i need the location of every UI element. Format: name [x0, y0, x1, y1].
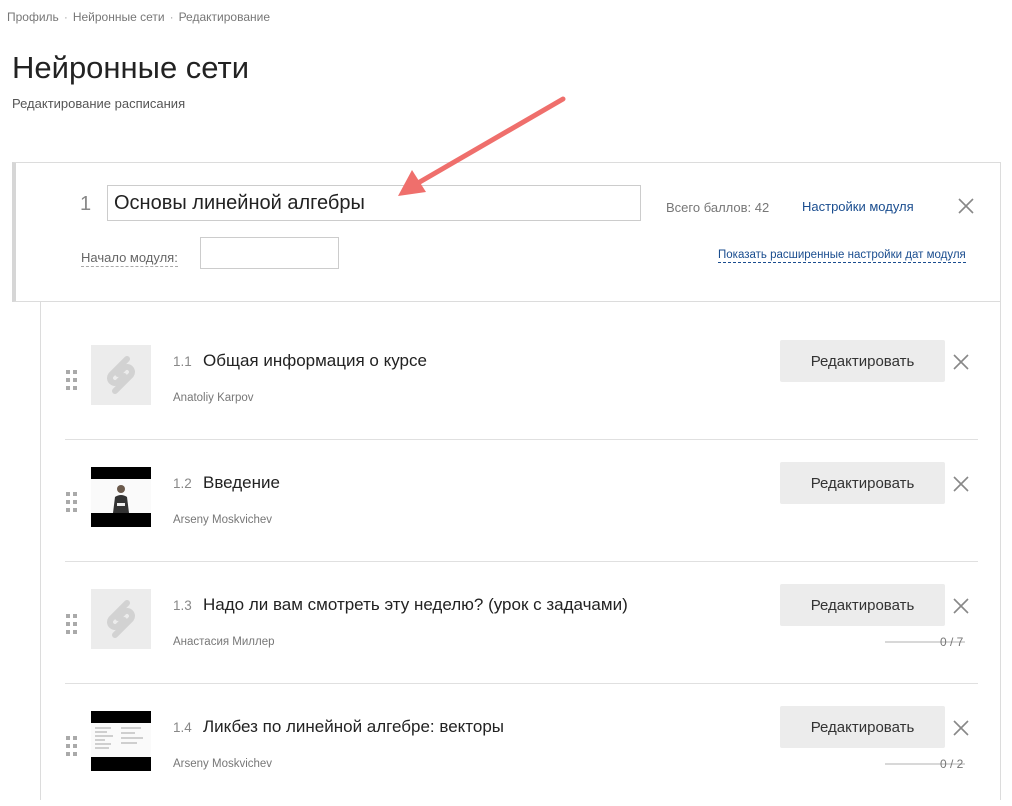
- page-subtitle: Редактирование расписания: [12, 96, 186, 111]
- drag-handle-icon[interactable]: [65, 491, 79, 513]
- lesson-thumbnail-placeholder-icon: [91, 345, 151, 405]
- module-card: 1 Всего баллов: 42 Настройки модуля Нача…: [12, 162, 1001, 302]
- advanced-date-settings-link[interactable]: Показать расширенные настройки дат модул…: [718, 249, 966, 263]
- breadcrumb-separator: ·: [63, 10, 68, 24]
- page-title: Нейронные сети: [12, 50, 250, 85]
- lesson-progress-text: 0 / 2: [940, 757, 964, 771]
- lesson-author: Arseny Moskvichev: [173, 514, 273, 526]
- lesson-number: 1.4: [173, 720, 192, 735]
- edit-lesson-button[interactable]: Редактировать: [780, 584, 945, 626]
- lesson-thumbnail-video-board: [91, 711, 151, 771]
- module-close-icon[interactable]: [957, 197, 975, 215]
- lesson-thumbnail-video-person: [91, 467, 151, 527]
- breadcrumb-profile[interactable]: Профиль: [7, 10, 59, 24]
- lesson-item: 1.3 Надо ли вам смотреть эту неделю? (ур…: [65, 563, 978, 684]
- edit-lesson-button[interactable]: Редактировать: [780, 462, 945, 504]
- breadcrumb-separator: ·: [169, 10, 174, 24]
- breadcrumb-current: Редактирование: [178, 10, 270, 24]
- drag-handle-icon[interactable]: [65, 369, 79, 391]
- edit-lesson-button[interactable]: Редактировать: [780, 706, 945, 748]
- module-settings-link[interactable]: Настройки модуля: [802, 199, 914, 214]
- lesson-thumbnail-placeholder-icon: [91, 589, 151, 649]
- lesson-author: Arseny Moskvichev: [173, 758, 273, 770]
- edit-lesson-button[interactable]: Редактировать: [780, 340, 945, 382]
- remove-lesson-close-icon[interactable]: [952, 719, 970, 737]
- drag-handle-icon[interactable]: [65, 735, 79, 757]
- lesson-number: 1.3: [173, 598, 192, 613]
- breadcrumb: Профиль · Нейронные сети · Редактирование: [7, 10, 270, 24]
- lesson-title[interactable]: Надо ли вам смотреть эту неделю? (урок с…: [203, 595, 628, 615]
- remove-lesson-close-icon[interactable]: [952, 475, 970, 493]
- remove-lesson-close-icon[interactable]: [952, 597, 970, 615]
- lesson-item: 1.1 Общая информация о курсе Anatoliy Ka…: [65, 319, 978, 440]
- lesson-title[interactable]: Введение: [203, 473, 280, 493]
- breadcrumb-course[interactable]: Нейронные сети: [73, 10, 165, 24]
- lesson-title[interactable]: Общая информация о курсе: [203, 351, 427, 371]
- remove-lesson-close-icon[interactable]: [952, 353, 970, 371]
- lesson-progress-text: 0 / 7: [940, 635, 964, 649]
- lesson-title[interactable]: Ликбез по линейной алгебре: векторы: [203, 717, 504, 737]
- lesson-author: Anatoliy Karpov: [173, 392, 254, 404]
- module-total-points: Всего баллов: 42: [666, 200, 770, 215]
- lesson-item: 1.4 Ликбез по линейной алгебре: векторы …: [65, 685, 978, 806]
- module-title-input[interactable]: [107, 185, 641, 221]
- drag-handle-icon[interactable]: [65, 613, 79, 635]
- lesson-number: 1.2: [173, 476, 192, 491]
- lesson-item: 1.2 Введение Arseny Moskvichev Редактиро…: [65, 441, 978, 562]
- lesson-number: 1.1: [173, 354, 192, 369]
- lesson-list: 1.1 Общая информация о курсе Anatoliy Ka…: [40, 302, 1001, 800]
- module-number: 1: [80, 193, 92, 215]
- module-start-label: Начало модуля:: [81, 250, 178, 267]
- module-start-input[interactable]: [200, 237, 339, 269]
- lesson-author: Анастасия Миллер: [173, 636, 275, 648]
